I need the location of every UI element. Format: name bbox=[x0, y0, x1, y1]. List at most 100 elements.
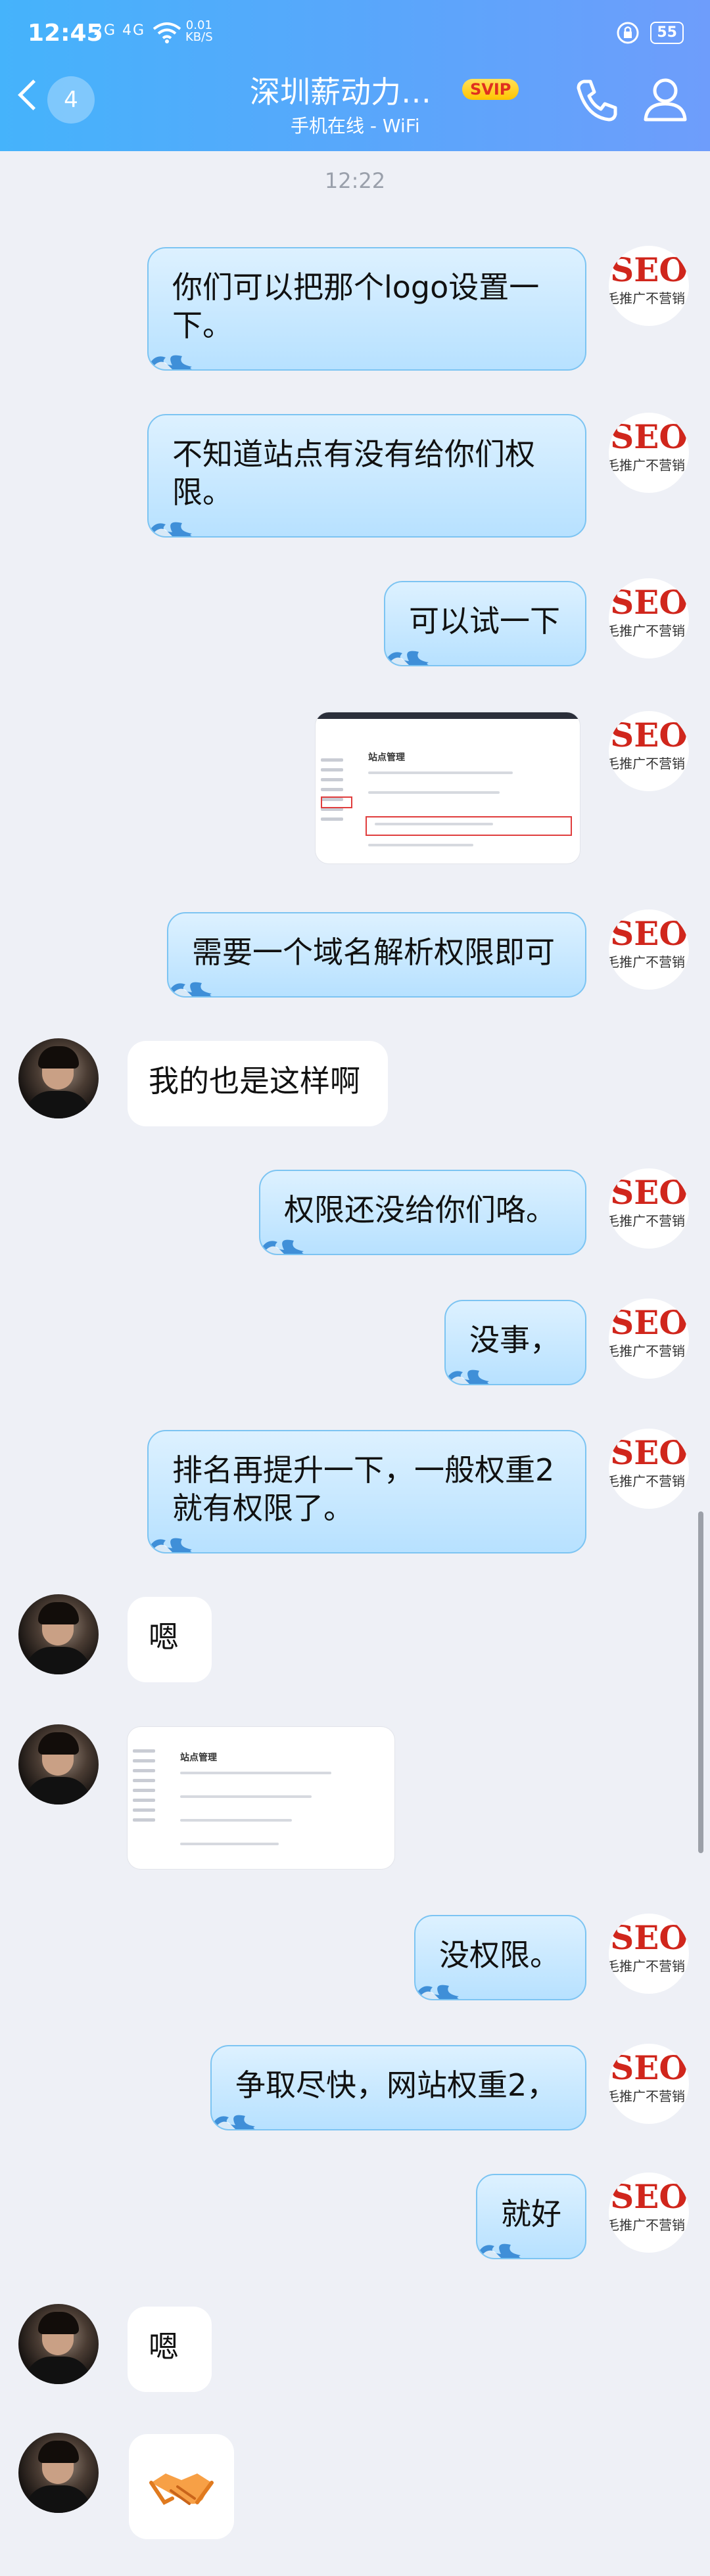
avatar[interactable]: SEO 毛推广不营销 bbox=[609, 413, 689, 493]
avatar-logo-text: SEO bbox=[610, 2048, 688, 2087]
screenshot-row bbox=[368, 844, 473, 846]
message-text: 你们可以把那个logo设置一下。 bbox=[172, 269, 540, 343]
avatar[interactable]: SEO 毛推广不营销 bbox=[609, 1429, 689, 1509]
status-right: 55 bbox=[616, 21, 684, 45]
network-speed-unit: KB/S bbox=[185, 30, 213, 44]
wave-decoration-icon bbox=[149, 522, 192, 536]
avatar[interactable]: SEO 毛推广不营销 bbox=[609, 711, 689, 791]
avatar-photo-body bbox=[25, 2485, 91, 2513]
avatar-logo-subtext: 毛推广不营销 bbox=[609, 623, 685, 639]
avatar[interactable] bbox=[18, 1594, 99, 1674]
outgoing-message[interactable]: 需要一个域名解析权限即可 bbox=[167, 912, 586, 998]
wave-decoration-icon bbox=[260, 1239, 304, 1254]
avatar[interactable] bbox=[18, 1038, 99, 1118]
avatar[interactable]: SEO 毛推广不营销 bbox=[609, 2173, 689, 2253]
avatar[interactable]: SEO 毛推广不营销 bbox=[609, 246, 689, 326]
avatar-photo-hair bbox=[38, 1602, 79, 1624]
svip-badge: SVIP bbox=[462, 79, 519, 100]
wave-decoration-icon bbox=[415, 1985, 459, 1999]
avatar-photo-hair bbox=[38, 1732, 79, 1755]
outgoing-message[interactable]: 排名再提升一下，一般权重2就有权限了。 bbox=[147, 1430, 586, 1553]
message-text: 就好 bbox=[501, 2196, 561, 2232]
message-text: 嗯 bbox=[149, 1619, 179, 1655]
avatar[interactable] bbox=[18, 2433, 99, 2513]
image-message[interactable]: 站点管理 bbox=[316, 712, 580, 863]
outgoing-message[interactable]: 争取尽快，网站权重2， bbox=[210, 2045, 586, 2130]
avatar-logo-text: SEO bbox=[610, 417, 688, 456]
unread-count-badge: 4 bbox=[47, 76, 95, 124]
avatar-logo-subtext: 毛推广不营销 bbox=[609, 2217, 685, 2233]
wave-decoration-icon bbox=[212, 2115, 255, 2129]
avatar-photo-body bbox=[25, 2357, 91, 2384]
avatar-logo-subtext: 毛推广不营销 bbox=[609, 457, 685, 473]
avatar[interactable]: SEO 毛推广不营销 bbox=[609, 909, 689, 990]
avatar-logo-text: SEO bbox=[610, 1303, 688, 1342]
avatar[interactable]: SEO 毛推广不营销 bbox=[609, 2044, 689, 2124]
outgoing-message[interactable]: 就好 bbox=[476, 2174, 586, 2259]
outgoing-message[interactable]: 没权限。 bbox=[414, 1915, 586, 2000]
screenshot-row bbox=[180, 1772, 331, 1774]
image-message[interactable]: 站点管理 bbox=[128, 1727, 394, 1869]
avatar[interactable] bbox=[18, 1724, 99, 1805]
screenshot-row bbox=[368, 771, 513, 774]
message-text: 权限还没给你们咯。 bbox=[284, 1192, 556, 1228]
outgoing-message[interactable]: 你们可以把那个logo设置一下。 bbox=[147, 247, 586, 371]
battery-indicator: 55 bbox=[650, 22, 684, 44]
message-text: 我的也是这样啊 bbox=[149, 1063, 360, 1099]
screenshot-title: 站点管理 bbox=[368, 752, 405, 763]
user-profile-icon[interactable] bbox=[639, 72, 692, 125]
avatar-logo-text: SEO bbox=[610, 1918, 688, 1957]
screenshot-title: 站点管理 bbox=[180, 1753, 217, 1763]
screenshot-row bbox=[180, 1843, 279, 1845]
avatar[interactable] bbox=[18, 2304, 99, 2384]
message-text: 需要一个域名解析权限即可 bbox=[192, 934, 555, 970]
avatar[interactable]: SEO 毛推广不营销 bbox=[609, 1299, 689, 1379]
screenshot-row bbox=[180, 1819, 292, 1822]
avatar-logo-subtext: 毛推广不营销 bbox=[609, 954, 685, 970]
screenshot-topbar bbox=[316, 712, 580, 719]
emoji-message[interactable] bbox=[129, 2434, 234, 2539]
phone-icon[interactable] bbox=[571, 74, 623, 126]
outgoing-message[interactable]: 没事， bbox=[444, 1300, 586, 1385]
screenshot-sidebar bbox=[321, 752, 343, 827]
avatar[interactable]: SEO 毛推广不营销 bbox=[609, 1914, 689, 1994]
avatar-photo-body bbox=[25, 1647, 91, 1674]
avatar-photo-body bbox=[25, 1091, 91, 1118]
avatar-logo-subtext: 毛推广不营销 bbox=[609, 1473, 685, 1489]
message-text: 不知道站点有没有给你们权限。 bbox=[172, 436, 535, 510]
status-bar: 12:45 2G 4G 0.01 KB/S 55 bbox=[0, 0, 710, 66]
avatar[interactable]: SEO 毛推广不营销 bbox=[609, 578, 689, 658]
avatar-logo-subtext: 毛推广不营销 bbox=[609, 2088, 685, 2104]
avatar-logo-text: SEO bbox=[610, 716, 688, 754]
avatar-logo-subtext: 毛推广不营销 bbox=[609, 1343, 685, 1359]
incoming-message[interactable]: 我的也是这样啊 bbox=[128, 1041, 388, 1126]
wave-decoration-icon bbox=[477, 2243, 521, 2258]
message-text: 没权限。 bbox=[439, 1937, 560, 1973]
screenshot-row bbox=[180, 1795, 312, 1798]
message-text: 排名再提升一下，一般权重2就有权限了。 bbox=[172, 1452, 555, 1526]
chat-header: 12:45 2G 4G 0.01 KB/S 55 4 深圳薪动力… SVIP 手… bbox=[0, 0, 710, 151]
avatar[interactable]: SEO 毛推广不营销 bbox=[609, 1168, 689, 1249]
status-time: 12:45 bbox=[28, 20, 103, 47]
avatar-photo-hair bbox=[38, 2441, 79, 2463]
message-text: 没事， bbox=[469, 1322, 560, 1358]
outgoing-message[interactable]: 不知道站点有没有给你们权限。 bbox=[147, 414, 586, 538]
wave-decoration-icon bbox=[149, 355, 192, 369]
avatar-logo-text: SEO bbox=[610, 914, 688, 953]
screenshot-highlight bbox=[366, 816, 572, 836]
avatar-logo-subtext: 毛推广不营销 bbox=[609, 1213, 685, 1229]
avatar-logo-text: SEO bbox=[610, 2177, 688, 2216]
chat-title-area[interactable]: 深圳薪动力… SVIP bbox=[250, 72, 532, 112]
network-speed: 0.01 KB/S bbox=[185, 20, 213, 43]
avatar-logo-text: SEO bbox=[610, 1173, 688, 1212]
avatar-logo-subtext: 毛推广不营销 bbox=[609, 290, 685, 306]
outgoing-message[interactable]: 权限还没给你们咯。 bbox=[259, 1170, 586, 1255]
back-button[interactable]: 4 bbox=[13, 74, 99, 126]
outgoing-message[interactable]: 可以试一下 bbox=[384, 581, 586, 666]
incoming-message[interactable]: 嗯 bbox=[128, 2307, 212, 2392]
scrollbar[interactable] bbox=[698, 1511, 703, 1853]
avatar-logo-text: SEO bbox=[610, 250, 688, 289]
incoming-message[interactable]: 嗯 bbox=[128, 1597, 212, 1682]
avatar-logo-subtext: 毛推广不营销 bbox=[609, 756, 685, 771]
wave-decoration-icon bbox=[446, 1369, 489, 1384]
